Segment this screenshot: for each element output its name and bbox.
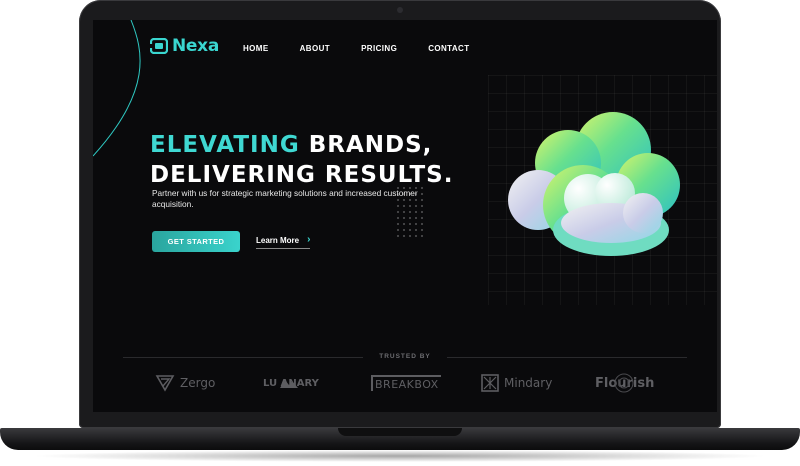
trusted-logos: Zergo LU ANARY BREAKBOX Mindary Flourish xyxy=(93,370,717,396)
learn-more-link[interactable]: Learn More › xyxy=(256,234,311,249)
zergo-logo-icon xyxy=(155,375,175,392)
camera-dot xyxy=(397,7,403,13)
brand-zergo-text: Zergo xyxy=(180,376,216,390)
nav-pricing[interactable]: PRICING xyxy=(361,44,397,53)
cloud-illustration xyxy=(508,112,680,256)
mindary-logo-icon xyxy=(481,374,499,392)
brand-luanary: LU ANARY xyxy=(263,370,319,396)
trusted-by-label: TRUSTED BY xyxy=(379,353,431,360)
hero-title-line1: BRANDS, xyxy=(299,132,433,158)
hero-title-line2: DELIVERING RESULTS. xyxy=(150,162,454,188)
get-started-button[interactable]: GET STARTED xyxy=(152,231,240,252)
nav-about[interactable]: ABOUT xyxy=(300,44,330,53)
nav-contact[interactable]: CONTACT xyxy=(428,44,469,53)
hero-title: ELEVATING BRANDS, DELIVERING RESULTS. xyxy=(150,130,453,190)
nav-home[interactable]: HOME xyxy=(243,44,269,53)
hero-title-accent: ELEVATING xyxy=(150,132,300,158)
laptop-shadow xyxy=(30,450,770,462)
brand-mindary: Mindary xyxy=(481,370,552,396)
flourish-logo-icon xyxy=(614,373,634,393)
logo[interactable]: Nexa xyxy=(150,36,219,56)
logo-text: Nexa xyxy=(172,36,219,56)
learn-more-label: Learn More xyxy=(256,235,300,245)
hero-subtitle: Partner with us for strategic marketing … xyxy=(152,188,418,209)
brand-zergo: Zergo xyxy=(155,370,215,396)
laptop-base xyxy=(0,428,800,450)
nexa-logo-icon xyxy=(150,38,168,54)
brand-breakbox: BREAKBOX xyxy=(371,370,441,396)
main-nav: HOME ABOUT PRICING CONTACT xyxy=(243,44,501,53)
brand-mindary-text: Mindary xyxy=(504,376,553,390)
brand-breakbox-text: BREAKBOX xyxy=(371,375,441,391)
laptop-notch xyxy=(338,428,462,436)
website-screen: Nexa HOME ABOUT PRICING CONTACT ELEVATIN… xyxy=(93,20,717,412)
chevron-right-icon: › xyxy=(307,234,311,245)
brand-flourish: Flourish xyxy=(595,370,654,396)
mountain-logo-icon xyxy=(280,380,298,388)
